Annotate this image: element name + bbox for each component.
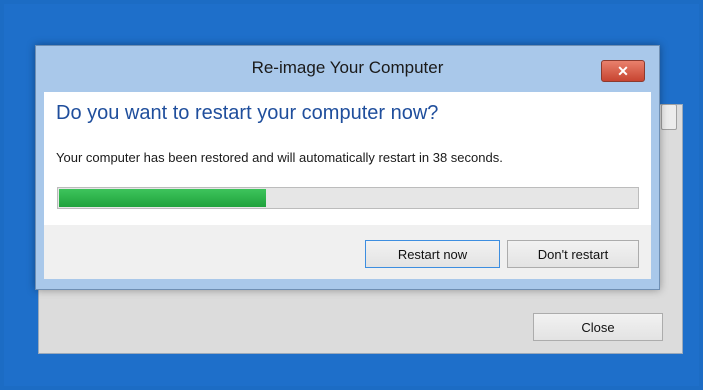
progress-fill <box>59 189 266 207</box>
dont-restart-button[interactable]: Don't restart <box>507 240 639 268</box>
dialog-message: Your computer has been restored and will… <box>56 150 503 165</box>
reimage-dialog: Re-image Your Computer ✕ Do you want to … <box>35 45 660 290</box>
dialog-titlebar[interactable]: Re-image Your Computer ✕ <box>36 46 659 92</box>
close-button[interactable]: Close <box>533 313 663 341</box>
dialog-title: Re-image Your Computer <box>251 58 444 77</box>
dialog-footer: Restart now Don't restart <box>44 225 651 279</box>
restart-now-button[interactable]: Restart now <box>365 240 500 268</box>
dialog-heading: Do you want to restart your computer now… <box>56 102 439 124</box>
restart-progress-bar <box>57 187 639 209</box>
close-icon[interactable]: ✕ <box>601 60 645 82</box>
background-window-edge-button <box>661 104 677 130</box>
dialog-content: Do you want to restart your computer now… <box>44 92 651 225</box>
